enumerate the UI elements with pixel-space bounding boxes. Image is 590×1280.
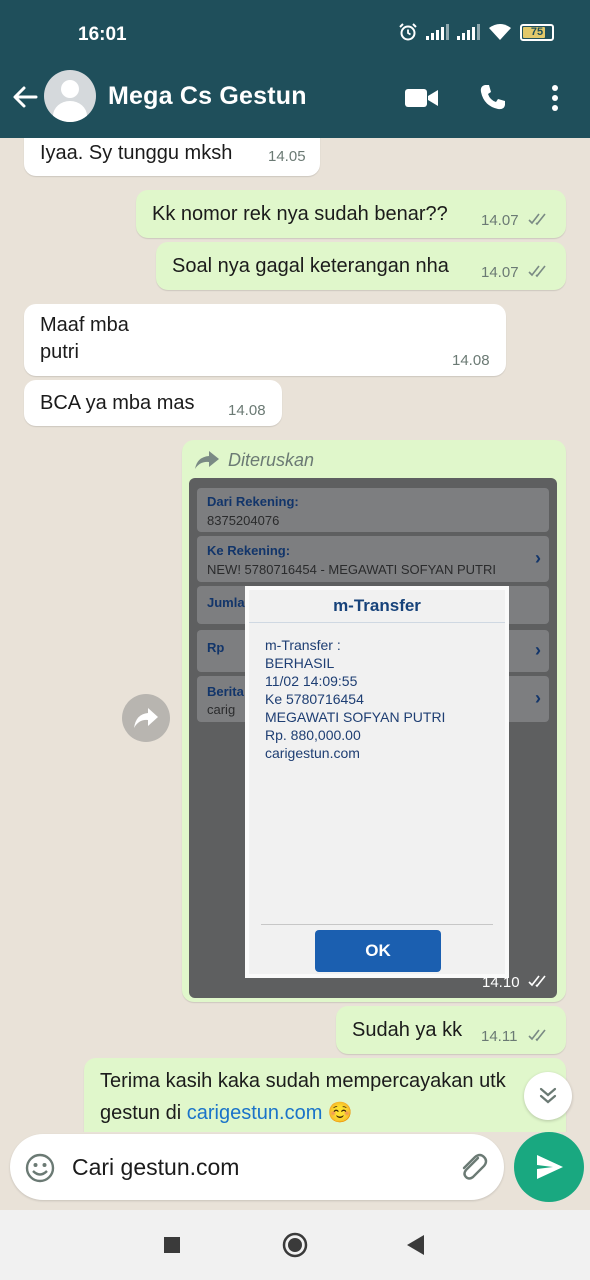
nav-recents-icon[interactable] <box>163 1236 181 1254</box>
message-outgoing[interactable]: Terima kasih kaka sudah mempercayakan ut… <box>84 1058 566 1132</box>
contact-name[interactable]: Mega Cs Gestun <box>108 82 307 111</box>
chevron-right-icon: › <box>535 640 541 660</box>
message-outgoing[interactable]: Kk nomor rek nya sudah benar?? 14.07 <box>136 190 566 238</box>
dialog-ok-button: OK <box>315 930 441 972</box>
message-time: 14.10 <box>482 974 520 991</box>
field-ke-rekening: Ke Rekening: NEW! 5780716454 - MEGAWATI … <box>197 536 549 582</box>
field-label: Berita <box>207 684 244 699</box>
message-time: 14.05 <box>268 148 306 165</box>
message-incoming[interactable]: Maaf mba putri 14.08 <box>24 304 506 376</box>
field-value: NEW! 5780716454 - MEGAWATI SOFYAN PUTRI <box>207 562 496 577</box>
alarm-icon <box>399 23 417 41</box>
field-label: Ke Rekening: <box>207 543 291 558</box>
dialog-title: m-Transfer <box>333 596 421 615</box>
message-incoming[interactable]: Iyaa. Sy tunggu mksh 14.05 <box>24 138 320 176</box>
transfer-screenshot[interactable]: Dari Rekening: 8375204076 Ke Rekening: N… <box>189 478 557 998</box>
battery-level: 75 <box>530 26 544 38</box>
signal-1-icon <box>426 24 449 40</box>
battery-icon: 75 <box>520 23 554 41</box>
message-text: Soal nya gagal keterangan nha <box>172 255 449 277</box>
more-options-icon[interactable] <box>550 84 560 112</box>
message-input-bar[interactable]: Cari gestun.com <box>10 1134 504 1200</box>
field-value: 8375204076 <box>207 513 280 528</box>
chevron-right-icon: › <box>535 548 541 568</box>
send-icon <box>537 1155 563 1179</box>
system-nav-bar <box>0 1210 590 1280</box>
message-line: Maaf mba <box>40 314 129 336</box>
dialog-line: BERHASIL <box>265 655 335 671</box>
scroll-down-button[interactable] <box>524 1072 572 1120</box>
message-time: 14.07 <box>481 264 519 281</box>
message-time: 14.08 <box>452 352 490 369</box>
transfer-dialog: m-Transfer m-Transfer : BERHASIL 11/02 1… <box>245 586 509 978</box>
send-button[interactable] <box>514 1132 584 1202</box>
message-outgoing[interactable]: Soal nya gagal keterangan nha 14.07 <box>156 242 566 290</box>
message-time: 14.08 <box>228 402 266 419</box>
message-line: putri <box>40 341 79 363</box>
read-ticks-icon <box>528 975 546 988</box>
emoji-icon[interactable] <box>24 1152 56 1184</box>
emoji: ☺️ <box>327 1102 353 1124</box>
message-text: Iyaa. Sy tunggu mksh <box>40 142 233 164</box>
attach-icon[interactable] <box>456 1150 490 1184</box>
read-ticks-icon <box>528 265 546 278</box>
status-time: 16:01 <box>78 24 127 45</box>
message-link[interactable]: carigestun.com <box>187 1102 323 1124</box>
scroll-down-icon <box>539 1087 557 1104</box>
phone-icon[interactable] <box>478 82 508 112</box>
field-dari-rekening: Dari Rekening: 8375204076 <box>197 488 549 532</box>
chevron-right-icon: › <box>535 688 541 708</box>
message-outgoing[interactable]: Sudah ya kk 14.11 <box>336 1006 566 1054</box>
field-label: Jumla <box>207 595 245 610</box>
forwarded-label: Diteruskan <box>228 450 315 470</box>
dialog-line: carigestun.com <box>265 745 360 761</box>
message-incoming[interactable]: BCA ya mba mas 14.08 <box>24 380 282 426</box>
nav-back-icon[interactable] <box>405 1234 425 1256</box>
dialog-line: m-Transfer : <box>265 637 341 653</box>
video-call-icon[interactable] <box>404 86 440 110</box>
field-label: Rp <box>207 640 225 655</box>
message-input[interactable]: Cari gestun.com <box>72 1154 239 1181</box>
status-bar: 16:01 75 <box>0 0 590 62</box>
forward-button[interactable] <box>122 694 170 742</box>
dialog-line: MEGAWATI SOFYAN PUTRI <box>265 709 446 725</box>
read-ticks-icon <box>528 1029 546 1042</box>
contact-avatar[interactable] <box>44 70 96 122</box>
wifi-icon <box>489 24 511 40</box>
message-text: Kk nomor rek nya sudah benar?? <box>152 203 448 225</box>
message-text: BCA ya mba mas <box>40 392 195 414</box>
forwarded-icon <box>195 451 219 469</box>
message-time: 14.07 <box>481 212 519 229</box>
message-text: Sudah ya kk <box>352 1019 463 1041</box>
signal-2-icon <box>457 24 480 40</box>
dialog-line: Ke 5780716454 <box>265 691 364 707</box>
chat-header: Mega Cs Gestun <box>0 62 590 138</box>
field-label: Dari Rekening: <box>207 494 299 509</box>
field-value: carig <box>207 702 236 717</box>
message-line: gestun di carigestun.com ☺️ <box>100 1100 353 1125</box>
message-time: 14.11 <box>481 1028 518 1045</box>
status-icons: 75 <box>398 22 554 42</box>
forward-icon <box>134 708 158 728</box>
message-forwarded-image[interactable]: Diteruskan Dari Rekening: 8375204076 Ke … <box>182 440 566 1002</box>
dialog-line: Rp. 880,000.00 <box>265 727 361 743</box>
chat-area[interactable]: Iyaa. Sy tunggu mksh 14.05 Kk nomor rek … <box>0 138 590 1132</box>
read-ticks-icon <box>528 213 546 226</box>
message-text-prefix: gestun di <box>100 1102 187 1124</box>
dialog-line: 11/02 14:09:55 <box>265 673 358 689</box>
message-line: Terima kasih kaka sudah mempercayakan ut… <box>100 1070 506 1092</box>
nav-home-icon[interactable] <box>282 1232 308 1258</box>
back-arrow-icon[interactable] <box>10 82 40 112</box>
dialog-body: m-Transfer : BERHASIL 11/02 14:09:55 Ke … <box>265 636 445 762</box>
